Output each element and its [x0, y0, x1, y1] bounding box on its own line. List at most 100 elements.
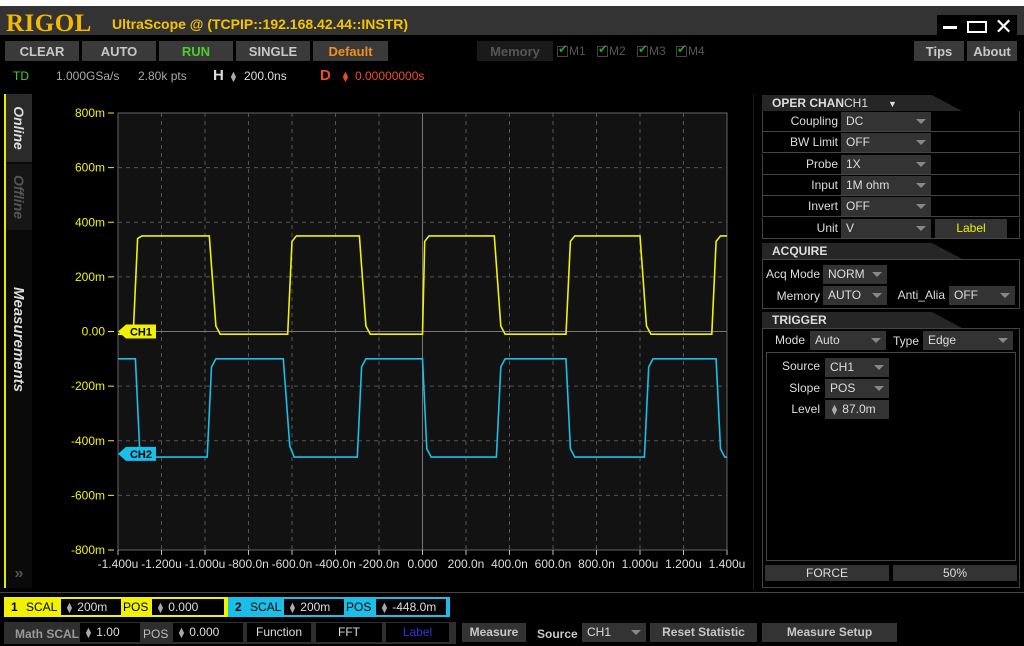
chevron-down-icon	[874, 386, 884, 391]
m2-label: M2	[609, 44, 626, 58]
math-label-button[interactable]: Label	[386, 623, 449, 642]
minimize-button[interactable]	[939, 17, 961, 37]
measure-source-select[interactable]: CH1	[582, 623, 646, 642]
chevron-down-icon	[872, 293, 882, 298]
oper-chan-invert-select[interactable]: OFF	[841, 197, 931, 217]
ch2-number: 2	[235, 600, 242, 614]
trigger-edge-settings: Source CH1 Slope POS Level ▲ ▼ 87.0m	[766, 352, 1016, 561]
memory-button[interactable]: Memory	[477, 41, 553, 61]
oper-chan-input-select[interactable]: 1M ohm	[841, 175, 931, 195]
expand-chevrons-icon[interactable]: »	[6, 564, 32, 584]
tab-measurements[interactable]: Measurements	[6, 264, 32, 414]
anti-alias-select[interactable]: OFF	[949, 286, 1015, 305]
horizontal-scale-value[interactable]: 200.0ns	[244, 69, 287, 83]
ch2-offset-marker[interactable]: CH2	[118, 446, 156, 461]
y-tick-label: -200m	[71, 379, 105, 393]
ch2-settings[interactable]: 2 SCAL ▲ ▼ 200m POS ▲ ▼ -448.0m	[228, 597, 450, 617]
reset-statistic-button[interactable]: Reset Statistic	[650, 623, 757, 642]
single-button[interactable]: SINGLE	[236, 41, 310, 61]
memory-value: AUTO	[828, 288, 862, 302]
math-scale-input[interactable]: ▲ ▼ 1.00	[80, 623, 140, 642]
x-axis: -1.400u -1.200u -1.000u -800.0n -600.0n -400.…	[98, 550, 745, 571]
oper-chan-bw-limit-select[interactable]: OFF	[841, 133, 931, 153]
stepper-icon: ▲ ▼	[830, 401, 839, 417]
oper-chan-row-label: Coupling	[790, 114, 838, 128]
oper-chan-row-label: Invert	[807, 199, 838, 214]
memory-m1-checkbox[interactable]: M1	[557, 42, 586, 58]
channel-label-button[interactable]: Label	[935, 218, 1007, 238]
ch1-position-input[interactable]: ▲ ▼ 0.000	[152, 599, 224, 615]
trigger-source-select[interactable]: CH1	[825, 358, 889, 377]
ch1-pos-label: POS	[123, 600, 149, 614]
chevron-down-icon	[916, 225, 926, 231]
function-button[interactable]: Function	[247, 623, 311, 642]
oper-chan-row: Coupling DC	[762, 111, 1020, 132]
title-bar[interactable]: RIGOL UltraScope @ (TCPIP::192.168.42.44…	[0, 6, 1024, 39]
oper-chan-unit-select[interactable]: V	[841, 218, 931, 238]
default-button[interactable]: Default	[313, 41, 388, 61]
trigger-mode-select[interactable]: Auto	[810, 331, 886, 350]
fft-button[interactable]: FFT	[316, 623, 382, 642]
close-button[interactable]: ✕	[993, 16, 1015, 38]
measure-source-label: Source	[537, 627, 578, 641]
ch1-settings[interactable]: 1 SCAL ▲ ▼ 200m POS ▲ ▼ 0.000	[4, 597, 228, 617]
oper-chan-coupling-select[interactable]: DC	[841, 112, 931, 131]
force-button[interactable]: FORCE	[765, 565, 889, 581]
delay-stepper-icon[interactable]: ▲ ▼	[341, 69, 350, 83]
waveform-display[interactable]: 800m 600m 400m 200m 0.00 -200m -400m -600m -800m…	[36, 94, 754, 590]
oper-chan-probe-select[interactable]: 1X	[841, 154, 931, 174]
checkbox-checked-icon	[637, 42, 648, 57]
memory-m2-checkbox[interactable]: M2	[597, 42, 626, 58]
y-tick-label: 0.00	[82, 325, 106, 339]
trigger-group: Mode Auto Type Edge Source CH1 Slope POS…	[762, 328, 1020, 588]
m3-label: M3	[649, 44, 666, 58]
tab-online[interactable]: Online	[6, 94, 32, 162]
tab-online-label: Online	[11, 106, 27, 150]
delay-value[interactable]: 0.00000000s	[355, 69, 424, 83]
chevron-down-icon	[631, 630, 641, 635]
oper-chan-row-value: OFF	[846, 199, 870, 214]
maximize-button[interactable]	[966, 17, 988, 37]
math-position-input[interactable]: ▲ ▼ 0.000	[173, 623, 243, 642]
about-button[interactable]: About	[967, 41, 1017, 61]
memory-select[interactable]: AUTO	[823, 286, 887, 305]
waveform-plot[interactable]: 800m 600m 400m 200m 0.00 -200m -400m -600m -800m…	[36, 94, 754, 590]
measure-button[interactable]: Measure	[462, 623, 526, 642]
ch2-scale-input[interactable]: ▲ ▼ 200m	[284, 599, 344, 615]
acq-mode-select[interactable]: NORM	[823, 265, 887, 284]
ch2-position-input[interactable]: ▲ ▼ -448.0m	[376, 599, 446, 615]
fifty-percent-button[interactable]: 50%	[893, 565, 1017, 581]
chevron-down-icon	[1000, 293, 1010, 298]
trigger-type-select[interactable]: Edge	[923, 331, 1013, 350]
trigger-level-input[interactable]: ▲ ▼ 87.0m	[825, 400, 889, 419]
m1-label: M1	[569, 44, 586, 58]
acq-mode-value: NORM	[828, 267, 865, 281]
x-tick-label: 600.0n	[535, 557, 572, 571]
tab-offline[interactable]: Offline	[6, 164, 32, 230]
tips-button[interactable]: Tips	[914, 41, 964, 61]
trigger-slope-select[interactable]: POS	[825, 379, 889, 398]
memory-m3-checkbox[interactable]: M3	[637, 42, 666, 58]
measure-setup-button[interactable]: Measure Setup	[762, 623, 897, 642]
window-controls: ✕	[937, 15, 1017, 39]
math-measure-bar: Math SCAL ▲ ▼ 1.00 POS ▲ ▼ 0.000 Function …	[0, 621, 1024, 645]
oper-chan-row-value: V	[846, 220, 855, 235]
y-tick-label: -600m	[71, 488, 105, 502]
ch1-offset-marker[interactable]: CH1	[118, 324, 156, 339]
trigger-header: TRIGGER	[762, 312, 962, 328]
horizontal-stepper-icon[interactable]: ▲ ▼	[229, 69, 238, 83]
oper-chan-value: CH1	[844, 96, 869, 110]
memory-m4-checkbox[interactable]: M4	[676, 42, 705, 58]
oper-chan-row-label: Input	[811, 177, 838, 192]
marker-label: CH2	[130, 449, 152, 461]
oper-chan-row: Unit V Label	[762, 217, 1020, 239]
ch1-scal-label: SCAL	[26, 600, 58, 614]
checkbox-checked-icon	[597, 42, 608, 57]
ch1-scale-input[interactable]: ▲ ▼ 200m	[61, 599, 121, 615]
acquire-group: Acq Mode NORM Memory AUTO Anti_Alia OFF	[762, 259, 1020, 309]
oper-chan-select[interactable]: CH1 ▼	[844, 95, 897, 111]
auto-button[interactable]: AUTO	[82, 41, 156, 61]
run-button[interactable]: RUN	[159, 41, 233, 61]
oper-chan-row: BW Limit OFF	[762, 132, 1020, 154]
clear-button[interactable]: CLEAR	[5, 41, 79, 61]
